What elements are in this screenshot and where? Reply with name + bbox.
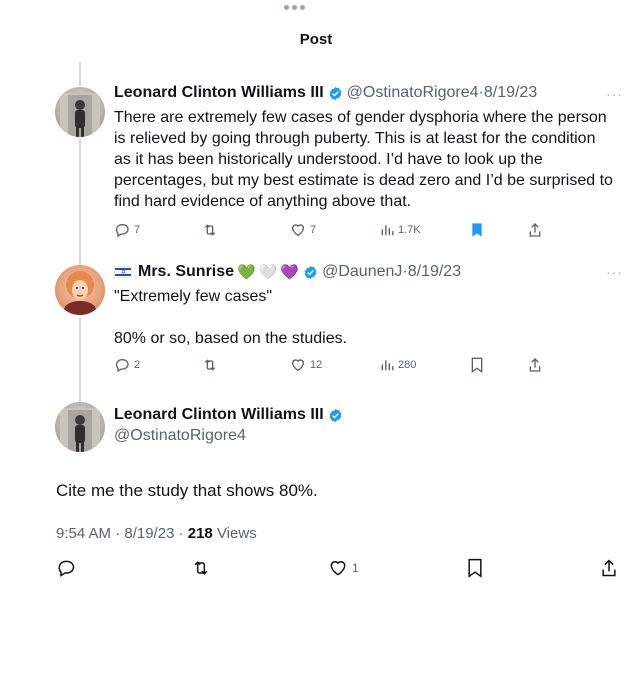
reply-count: 7 — [134, 224, 141, 236]
tweet-body: There are extremely few cases of gender … — [114, 107, 613, 212]
avatar[interactable] — [55, 87, 105, 137]
share-button[interactable] — [528, 357, 542, 373]
tweet-date[interactable]: 8/19/23 — [408, 263, 461, 281]
tweet-line: "Extremely few cases" — [114, 288, 273, 305]
views-chart-icon — [381, 225, 394, 236]
reply-icon — [115, 359, 129, 373]
like-button[interactable]: 12 — [290, 357, 322, 373]
tweet-line — [114, 307, 347, 328]
main-tweet-text: Cite me the study that shows 80%. — [56, 481, 318, 500]
bookmark-button[interactable] — [466, 558, 484, 578]
tweet-meta: 9:54 AM · 8/19/23 · 218 Views — [56, 525, 257, 542]
author-handle[interactable]: @DaunenJ — [322, 263, 402, 281]
views-count: 218 — [187, 525, 213, 542]
thread-line — [79, 318, 81, 402]
reply-button[interactable]: 2 — [114, 357, 140, 373]
reply-icon — [115, 224, 129, 238]
views-button[interactable]: 1.7K — [380, 223, 421, 237]
page-title: Post — [299, 31, 333, 48]
heart-icon — [291, 224, 305, 237]
share-icon — [529, 223, 541, 237]
thread-line — [79, 139, 81, 265]
green-heart-icon: 💚 — [237, 263, 256, 281]
white-heart-icon: 🤍 — [258, 263, 278, 281]
bookmark-filled-icon — [472, 223, 482, 237]
tweet-line: find hard evidence of anything above tha… — [114, 193, 412, 210]
person-photo-icon — [64, 271, 96, 315]
israel-flag-icon: ✡ — [114, 266, 132, 278]
avatar[interactable] — [55, 402, 105, 452]
tweet-header: Leonard Clinton Williams III @OstinatoRi… — [114, 84, 537, 102]
heart-icon — [330, 561, 346, 576]
views-count: 280 — [398, 359, 417, 371]
main-author: Leonard Clinton Williams III — [114, 406, 347, 424]
views-chart-icon — [381, 360, 394, 371]
retweet-icon — [204, 359, 216, 371]
reply-button[interactable] — [56, 558, 76, 578]
author-name[interactable]: Leonard Clinton Williams III — [114, 84, 324, 102]
retweet-icon — [194, 561, 208, 575]
like-button[interactable]: 7 — [290, 222, 316, 238]
bookmark-button[interactable] — [470, 357, 484, 373]
tweet-line: as it has been historically understood. … — [114, 151, 543, 168]
thread-line — [79, 62, 81, 86]
views-button[interactable]: 280 — [380, 358, 416, 372]
share-icon — [602, 559, 616, 577]
share-button[interactable] — [528, 222, 542, 238]
retweet-button[interactable] — [202, 357, 218, 373]
author-name[interactable]: Leonard Clinton Williams III — [114, 406, 324, 424]
tweet-date[interactable]: 8/19/23 — [484, 84, 537, 102]
like-count: 12 — [310, 359, 323, 371]
like-count: 1 — [352, 561, 359, 575]
purple-heart-icon: 💜 — [280, 263, 300, 281]
author-name[interactable]: Mrs. Sunrise — [138, 263, 234, 281]
person-photo-icon — [60, 93, 100, 137]
tweet-actions: 2 12 280 — [114, 357, 550, 373]
views-label: Views — [212, 525, 257, 542]
tweet-timestamp[interactable]: 9:54 AM · 8/19/23 · — [56, 525, 188, 542]
main-tweet-actions: 1 — [56, 558, 620, 580]
reply-icon — [58, 560, 75, 577]
author-handle[interactable]: @OstinatoRigore4 — [347, 84, 479, 102]
verified-badge-icon — [329, 408, 342, 422]
tweet-line: is relieved by going through puberty. Th… — [114, 130, 596, 147]
bookmark-icon — [471, 357, 483, 373]
share-button[interactable] — [600, 558, 618, 578]
reply-button[interactable]: 7 — [114, 222, 140, 238]
tweet-line: There are extremely few cases of gender … — [114, 109, 607, 126]
avatar[interactable] — [55, 265, 105, 315]
like-button[interactable]: 1 — [328, 558, 359, 578]
views-count: 1.7K — [398, 224, 421, 236]
author-handle[interactable]: @OstinatoRigore4 — [114, 427, 246, 445]
heart-icon — [291, 359, 305, 372]
tweet-header: ✡ Mrs. Sunrise 💚 🤍 💜 @DaunenJ · 8/19/23 — [114, 263, 461, 281]
reply-count: 2 — [134, 359, 141, 371]
share-icon — [529, 358, 541, 372]
more-options-icon[interactable]: ··· — [606, 264, 623, 280]
tweet-body: "Extremely few cases" 80% or so, based o… — [114, 286, 347, 349]
bookmark-button[interactable] — [470, 222, 484, 238]
bookmark-icon — [468, 558, 482, 578]
tweet-line: percentages, but my best estimate is dea… — [114, 172, 613, 189]
more-options-icon[interactable]: ··· — [606, 86, 623, 102]
tweet-line: 80% or so, based on the studies. — [114, 330, 348, 347]
verified-badge-icon — [304, 265, 317, 279]
retweet-button[interactable] — [191, 558, 211, 578]
sheet-grabber[interactable] — [284, 5, 305, 10]
like-count: 7 — [310, 224, 317, 236]
person-photo-icon — [60, 408, 100, 452]
retweet-icon — [204, 224, 216, 236]
tweet-actions: 7 7 1.7K — [114, 222, 550, 238]
retweet-button[interactable] — [202, 222, 218, 238]
verified-badge-icon — [329, 86, 342, 100]
